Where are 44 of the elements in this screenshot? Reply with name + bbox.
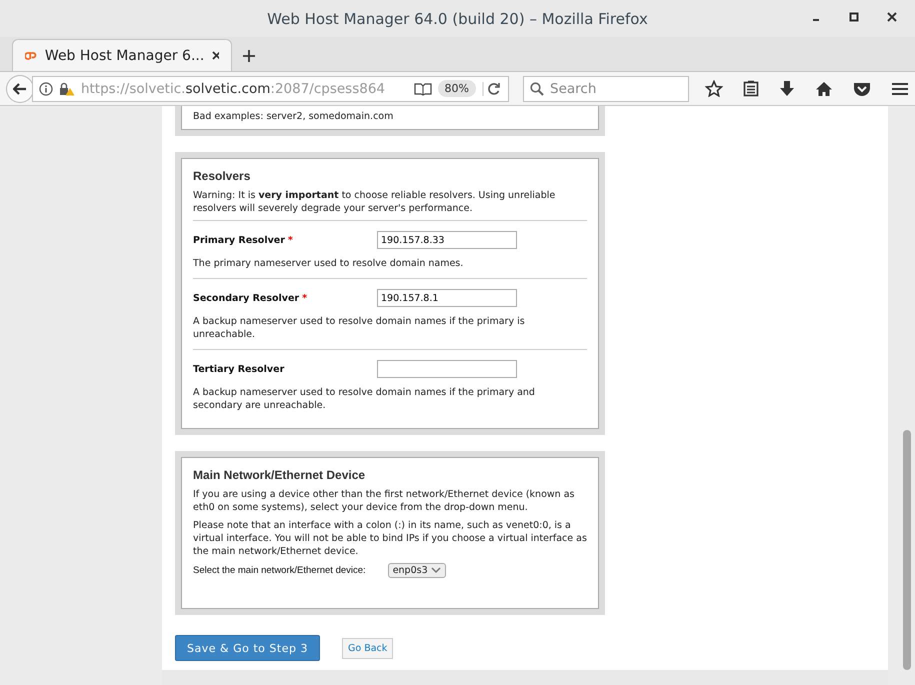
input-field[interactable] (377, 360, 517, 378)
field-label: Secondary Resolver * (193, 292, 308, 304)
home-icon[interactable] (815, 80, 833, 96)
warning-text: Warning: It is very important to choose reliable resolvers. Using unreliable resolvers will severely degrade your server's performance. (193, 189, 556, 215)
star-icon[interactable] (705, 80, 723, 97)
field-label: Primary Resolver * (193, 234, 294, 246)
maximize-icon[interactable] (849, 12, 859, 22)
reader-view-icon[interactable] (414, 82, 432, 96)
input-field[interactable]: 190.157.8.1 (377, 289, 517, 307)
clipboard-list-icon[interactable] (743, 80, 759, 97)
scrollbar-thumb[interactable] (903, 430, 911, 670)
section-title: Resolvers (193, 169, 252, 183)
address-bar[interactable]: https://solvetic.solvetic.com:2087/cpsess864 80% (32, 76, 509, 102)
zoom-level[interactable]: 80% (438, 80, 476, 97)
new-tab-icon[interactable] (242, 49, 256, 63)
help-text: A backup nameserver used to resolve domain names if the primary is unreachable. (193, 315, 526, 341)
save-button[interactable]: Save & Go to Step 3 (175, 635, 320, 661)
close-icon[interactable] (887, 12, 897, 22)
description-text: If you are using a device other than the first network/Ethernet device (known as eth0 on some systems), select your device from the drop-down menu. (193, 488, 576, 514)
select-label: Select the main network/Ethernet device: (193, 565, 366, 576)
menu-icon[interactable] (891, 80, 909, 96)
help-text: Bad examples: server2, somedomain.com (193, 110, 394, 123)
browser-tab[interactable]: Web Host Manager 6... (12, 39, 232, 71)
logo-icon (25, 50, 37, 62)
back-button[interactable] (6, 74, 34, 102)
close-icon[interactable] (212, 51, 219, 60)
window-title: Web Host Manager 64.0 (build 20) – Mozilla Firefox (267, 10, 648, 28)
pocket-icon[interactable] (853, 80, 871, 96)
lock-warning-icon[interactable] (58, 82, 75, 96)
description-text: Please note that an interface with a colon (:) in its name, such as venet0:0, is a virtual interface. You will not be able to bind IPs if you choose a virtual interface as the main network/Ethernet device. (193, 519, 587, 558)
back-arrow-icon (12, 82, 27, 94)
go-back-button[interactable]: Go Back (342, 638, 394, 658)
field-label: Tertiary Resolver (193, 364, 286, 374)
download-icon[interactable] (779, 80, 795, 97)
chevron-down-icon (430, 567, 441, 574)
help-text: The primary nameserver used to resolve domain names. (193, 257, 464, 270)
section-title: Main Network/Ethernet Device (193, 468, 366, 482)
device-dropdown[interactable]: enp0s3 (388, 563, 446, 578)
search-field[interactable]: Search (523, 76, 689, 102)
reload-icon[interactable] (482, 82, 502, 96)
help-text: A backup nameserver used to resolve domain names if the primary and secondary are unreachable. (193, 386, 536, 412)
input-field[interactable]: 190.157.8.33 (377, 231, 517, 249)
url-text: https://solvetic.solvetic.com:2087/cpsess864 (80, 80, 386, 96)
info-icon[interactable] (38, 82, 53, 96)
